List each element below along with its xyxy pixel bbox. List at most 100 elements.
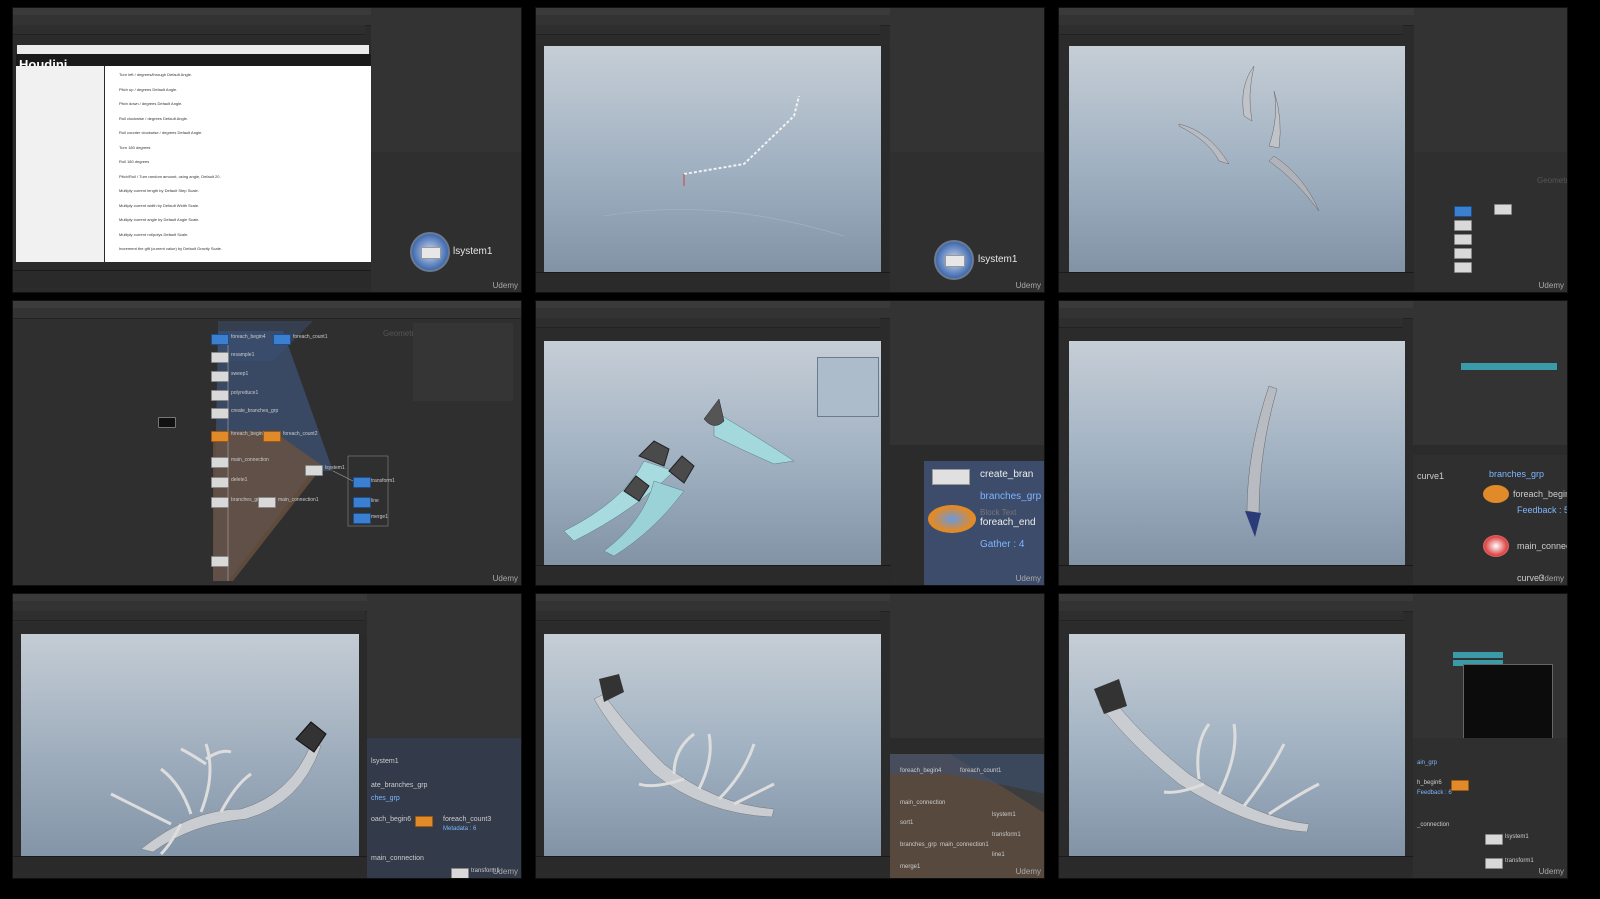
network-node[interactable]	[211, 352, 229, 363]
network-node[interactable]	[1454, 234, 1472, 245]
network-node[interactable]	[1454, 262, 1472, 273]
browser-address-bar[interactable]	[17, 45, 369, 54]
network-node[interactable]	[415, 816, 433, 827]
network-node[interactable]	[1454, 248, 1472, 259]
thumbnail-help-docs[interactable]: Houdini Turn left / degrees/through Defa…	[12, 7, 522, 293]
thumbnail-horn-shapes[interactable]: Geometry Udemy	[1058, 7, 1568, 293]
scene-viewport[interactable]	[1069, 46, 1405, 272]
viewport-tools[interactable]	[536, 46, 544, 270]
thumbnail-single-branch[interactable]: curve1 branches_grp foreach_begin Feedba…	[1058, 300, 1568, 586]
viewport-tools[interactable]	[536, 632, 544, 856]
foreach-end-node[interactable]	[928, 505, 976, 533]
parameter-popup[interactable]	[413, 323, 513, 401]
network-node[interactable]	[353, 477, 371, 488]
network-node[interactable]	[158, 417, 176, 428]
scene-viewport[interactable]	[544, 634, 881, 856]
node-label: ches_grp	[371, 795, 400, 802]
playbar[interactable]	[1059, 272, 1414, 289]
lsystem-node-label: lsystem1	[453, 246, 493, 257]
node-label: create_branches_grp	[231, 408, 279, 414]
network-node[interactable]	[273, 334, 291, 345]
network-pane[interactable]: create_bran branches_grp Block Text fore…	[924, 461, 1044, 585]
network-node[interactable]	[353, 497, 371, 508]
network-node[interactable]	[211, 334, 229, 345]
playbar[interactable]	[13, 856, 371, 873]
network-node[interactable]	[211, 457, 229, 468]
main-connection-node[interactable]	[1483, 535, 1509, 557]
network-pane[interactable]	[1414, 152, 1567, 292]
create-branches-node[interactable]	[932, 469, 970, 485]
parameter-pane	[890, 301, 1044, 445]
foreach-begin-node[interactable]	[1483, 485, 1509, 503]
network-node[interactable]	[258, 497, 276, 508]
node-label: line	[371, 498, 379, 504]
network-node[interactable]	[1454, 206, 1472, 217]
network-node[interactable]	[1454, 220, 1472, 231]
viewport-scene	[110, 721, 327, 856]
node-label: foreach_begin5	[231, 431, 266, 437]
help-doc-line: Multiply current width by Default Width …	[119, 202, 200, 208]
node-label: main_connection	[371, 855, 424, 862]
playbar[interactable]	[536, 565, 891, 582]
pane-tabs	[1059, 318, 1403, 328]
scene-viewport[interactable]	[1069, 634, 1405, 856]
node-label: Block Text	[980, 508, 1017, 517]
udemy-watermark: Udemy	[492, 574, 518, 583]
network-node[interactable]	[211, 371, 229, 382]
udemy-watermark: Udemy	[1538, 867, 1564, 876]
thumbnail-branch-sweep[interactable]: create_bran branches_grp Block Text fore…	[535, 300, 1045, 586]
network-node[interactable]	[263, 431, 281, 442]
thumbnail-branching-tree-a[interactable]: lsystem1 ate_branches_grp ches_grp oach_…	[12, 593, 522, 879]
scene-viewport[interactable]	[544, 46, 881, 272]
udemy-watermark: Udemy	[492, 281, 518, 290]
display-tools[interactable]	[881, 46, 889, 270]
network-node[interactable]	[211, 556, 229, 567]
lsystem-node-icon[interactable]	[934, 240, 974, 280]
viewport-tools[interactable]	[536, 339, 544, 563]
network-node[interactable]	[451, 868, 469, 878]
network-pane[interactable]: foreach_begin4 foreach_count1 main_conne…	[890, 754, 1044, 878]
network-pane[interactable]: ain_grp h_begin6 Feedback : 6 _connectio…	[1413, 738, 1567, 878]
network-node[interactable]	[211, 390, 229, 401]
scene-viewport[interactable]	[544, 341, 881, 565]
network-node[interactable]	[305, 465, 323, 476]
thumbnail-branching-tree-b[interactable]: foreach_begin4 foreach_count1 main_conne…	[535, 593, 1045, 879]
playbar[interactable]	[536, 856, 891, 873]
scene-viewport[interactable]	[1069, 341, 1405, 565]
scene-viewport[interactable]	[21, 634, 359, 856]
network-node[interactable]	[1485, 834, 1503, 845]
network-node[interactable]	[211, 431, 229, 442]
network-node[interactable]	[1494, 204, 1512, 215]
network-pane[interactable]: curve1 branches_grp foreach_begin Feedba…	[1413, 455, 1567, 585]
playbar[interactable]	[13, 270, 371, 287]
network-node[interactable]	[353, 513, 371, 524]
network-node[interactable]	[1485, 858, 1503, 869]
network-pane[interactable]: lsystem1 ate_branches_grp ches_grp oach_…	[367, 738, 521, 878]
udemy-watermark: Udemy	[1015, 867, 1041, 876]
help-doc-line: Roll 180 degrees	[119, 159, 150, 164]
node-label: main_connection1	[940, 842, 989, 848]
playbar[interactable]	[1059, 565, 1414, 582]
display-tools[interactable]	[359, 634, 367, 858]
network-node[interactable]	[1451, 780, 1469, 791]
network-node[interactable]	[211, 408, 229, 419]
node-label: merge1	[900, 864, 921, 870]
network-pane	[371, 152, 521, 292]
node-label: foreach_count3	[443, 816, 492, 823]
thumbnail-lsystem-line[interactable]: lsystem1 Udemy	[535, 7, 1045, 293]
udemy-watermark: Udemy	[492, 867, 518, 876]
parameter-pane	[1413, 301, 1567, 445]
lsystem-node-icon[interactable]	[410, 232, 450, 272]
highlighted-parameter[interactable]	[1461, 363, 1557, 370]
node-label: foreach_count1	[960, 768, 1002, 774]
node-label: main_connection	[231, 457, 269, 463]
playbar[interactable]	[536, 272, 891, 289]
lsystem-node-label: lsystem1	[978, 254, 1018, 265]
thumbnail-network-graph[interactable]: foreach_begin4 foreach_count1 resample1 …	[12, 300, 522, 586]
thumbnail-branching-tree-c[interactable]: ain_grp h_begin6 Feedback : 6 _connectio…	[1058, 593, 1568, 879]
highlighted-parameter[interactable]	[1453, 652, 1503, 658]
network-node[interactable]	[211, 477, 229, 488]
playbar[interactable]	[1059, 856, 1414, 873]
network-node[interactable]	[211, 497, 229, 508]
viewport-tools[interactable]	[13, 632, 21, 856]
